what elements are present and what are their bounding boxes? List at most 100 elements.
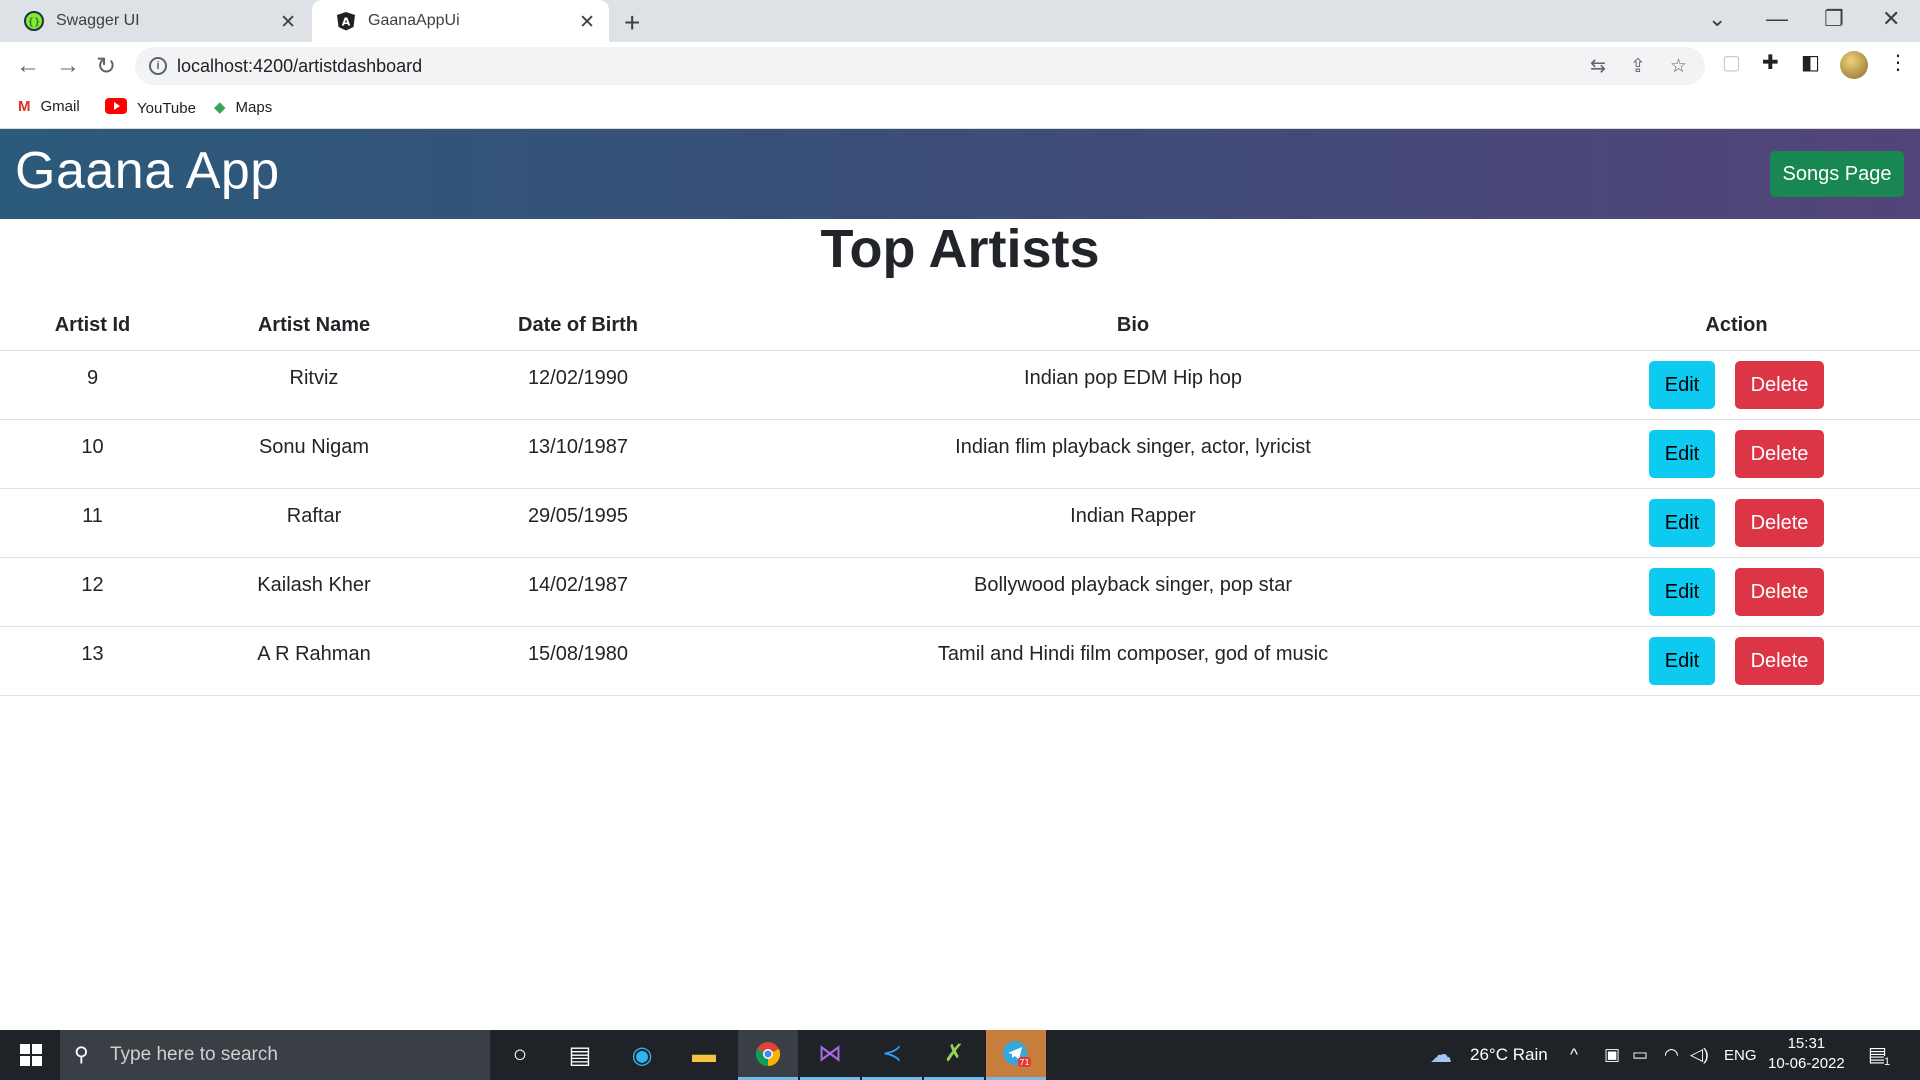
column-header-action: Action xyxy=(1553,300,1920,351)
weather-text[interactable]: 26°C Rain xyxy=(1470,1045,1548,1065)
volume-icon[interactable]: ◁) xyxy=(1690,1045,1709,1065)
extension-icon[interactable]: ▢ xyxy=(1722,50,1741,75)
tab-title: Swagger UI xyxy=(56,12,140,29)
artist-id: 12 xyxy=(81,574,104,596)
tab-search-icon[interactable]: ⌄ xyxy=(1708,6,1726,32)
weather-icon[interactable]: ☁ xyxy=(1430,1042,1452,1068)
site-info-icon[interactable]: i xyxy=(149,57,167,75)
address-bar[interactable]: i localhost:4200/artistdashboard ⇆ ⇪ ☆ xyxy=(135,47,1705,85)
vscode-icon[interactable]: ≺ xyxy=(862,1030,922,1080)
artist-name: Ritviz xyxy=(289,367,339,389)
url-text[interactable]: localhost:4200/artistdashboard xyxy=(177,56,422,77)
edit-button[interactable]: Edit xyxy=(1649,499,1715,547)
tab-gaanaappui[interactable]: A GaanaAppUi ✕ xyxy=(312,0,609,42)
file-explorer-icon[interactable]: ▬ xyxy=(674,1030,734,1080)
artist-dob: 14/02/1987 xyxy=(527,574,629,596)
table-row: 12 Kailash Kher 14/02/1987 Bollywood pla… xyxy=(0,557,1920,627)
bookmark-label: Maps xyxy=(235,98,273,116)
battery-icon[interactable]: ▭ xyxy=(1632,1045,1648,1065)
column-header-artist-name: Artist Name xyxy=(185,300,443,351)
artist-bio: Indian flim playback singer, actor, lyri… xyxy=(955,436,1311,458)
column-header-artist-id: Artist Id xyxy=(0,300,185,351)
clock-time: 15:31 xyxy=(1787,1035,1826,1052)
artist-id: 9 xyxy=(86,367,99,389)
delete-button[interactable]: Delete xyxy=(1735,361,1824,409)
language-indicator[interactable]: ENG xyxy=(1724,1047,1757,1064)
cortana-icon[interactable]: ○ xyxy=(490,1030,550,1080)
notification-count: 1 xyxy=(1884,1056,1891,1068)
delete-button[interactable]: Delete xyxy=(1735,637,1824,685)
edit-button[interactable]: Edit xyxy=(1649,430,1715,478)
artists-table: Artist Id Artist Name Date of Birth Bio … xyxy=(0,300,1920,696)
artist-name: Kailash Kher xyxy=(257,574,371,596)
svg-text:{}: {} xyxy=(28,17,41,28)
edit-button[interactable]: Edit xyxy=(1649,361,1715,409)
bookmark-gmail[interactable]: M Gmail xyxy=(18,98,80,115)
svg-text:A: A xyxy=(342,16,351,29)
table-header-row: Artist Id Artist Name Date of Birth Bio … xyxy=(0,300,1920,351)
tab-strip: {} Swagger UI ✕ A GaanaAppUi ✕ + ⌄ — ❐ ✕ xyxy=(0,0,1920,42)
app-navbar: Gaana App Songs Page xyxy=(0,129,1920,219)
edit-button[interactable]: Edit xyxy=(1649,637,1715,685)
artist-id: 10 xyxy=(81,436,104,458)
songs-page-button[interactable]: Songs Page xyxy=(1770,151,1904,197)
table-row: 11 Raftar 29/05/1995 Indian Rapper Edit D… xyxy=(0,488,1920,558)
table-row: 9 Ritviz 12/02/1990 Indian pop EDM Hip h… xyxy=(0,350,1920,420)
edit-button[interactable]: Edit xyxy=(1649,568,1715,616)
telegram-badge-count: 71 xyxy=(1019,1058,1029,1067)
share-icon[interactable]: ⇪ xyxy=(1630,55,1646,78)
back-icon[interactable]: ← xyxy=(16,52,40,80)
bookmark-label: YouTube xyxy=(137,99,196,117)
new-tab-icon[interactable]: + xyxy=(624,7,640,39)
forward-icon[interactable]: → xyxy=(56,52,80,80)
close-tab-icon[interactable]: ✕ xyxy=(280,11,296,34)
bookmarks-bar: M Gmail YouTube ◆ Maps xyxy=(0,90,1920,129)
network-icon[interactable]: ◠ xyxy=(1664,1045,1679,1065)
bookmark-star-icon[interactable]: ☆ xyxy=(1670,55,1687,78)
edge-icon[interactable]: ◉ xyxy=(612,1030,672,1080)
task-view-icon[interactable]: ▤ xyxy=(550,1030,610,1080)
artist-name: Raftar xyxy=(286,505,342,527)
artist-id: 13 xyxy=(81,643,104,665)
windows-start-icon[interactable] xyxy=(20,1044,42,1066)
sql-tool-icon[interactable]: ✗ xyxy=(924,1030,984,1080)
meet-now-icon[interactable]: ▣ xyxy=(1604,1045,1620,1065)
show-hidden-icons[interactable]: ^ xyxy=(1570,1045,1578,1065)
side-panel-icon[interactable]: ◧ xyxy=(1801,50,1820,75)
angular-icon: A xyxy=(336,11,356,31)
menu-dots-icon[interactable]: ⋮ xyxy=(1888,50,1908,75)
telegram-icon[interactable]: 71 xyxy=(986,1030,1046,1080)
clock[interactable]: 15:31 10-06-2022 xyxy=(1768,1034,1845,1074)
translate-icon[interactable]: ⇆ xyxy=(1590,55,1606,78)
search-icon: ⚲ xyxy=(74,1044,89,1066)
minimize-icon[interactable]: — xyxy=(1766,6,1788,32)
artist-dob: 29/05/1995 xyxy=(527,505,629,527)
restore-icon[interactable]: ❐ xyxy=(1824,6,1844,32)
profile-avatar[interactable] xyxy=(1840,51,1868,79)
browser-toolbar: ← → ↻ i localhost:4200/artistdashboard ⇆… xyxy=(0,42,1920,90)
artist-bio: Indian pop EDM Hip hop xyxy=(1024,367,1242,389)
artist-bio: Bollywood playback singer, pop star xyxy=(974,574,1292,596)
column-header-bio: Bio xyxy=(713,300,1553,351)
bookmark-maps[interactable]: ◆ Maps xyxy=(214,98,273,117)
tab-swagger[interactable]: {} Swagger UI ✕ xyxy=(0,0,310,42)
delete-button[interactable]: Delete xyxy=(1735,568,1824,616)
delete-button[interactable]: Delete xyxy=(1735,430,1824,478)
artist-bio: Indian Rapper xyxy=(1070,505,1196,527)
windows-taskbar: ⚲ Type here to search ○ ▤ ◉ ▬ ⋈ ≺ ✗ 71 ☁… xyxy=(0,1030,1920,1080)
page-title: Top Artists xyxy=(820,219,1100,279)
artist-name: A R Rahman xyxy=(257,643,371,665)
search-placeholder: Type here to search xyxy=(110,1044,278,1065)
reload-icon[interactable]: ↻ xyxy=(96,52,116,81)
puzzle-icon[interactable]: ✚ xyxy=(1762,50,1779,75)
taskbar-search-box[interactable]: ⚲ Type here to search xyxy=(60,1030,490,1080)
delete-button[interactable]: Delete xyxy=(1735,499,1824,547)
gmail-icon: M xyxy=(18,98,31,115)
close-tab-icon[interactable]: ✕ xyxy=(579,11,595,34)
chrome-icon[interactable] xyxy=(738,1030,798,1080)
column-header-date-of-birth: Date of Birth xyxy=(443,300,713,351)
close-window-icon[interactable]: ✕ xyxy=(1882,6,1900,32)
visual-studio-icon[interactable]: ⋈ xyxy=(800,1030,860,1080)
bookmark-youtube[interactable]: YouTube xyxy=(105,98,196,118)
app-brand[interactable]: Gaana App xyxy=(15,141,280,201)
